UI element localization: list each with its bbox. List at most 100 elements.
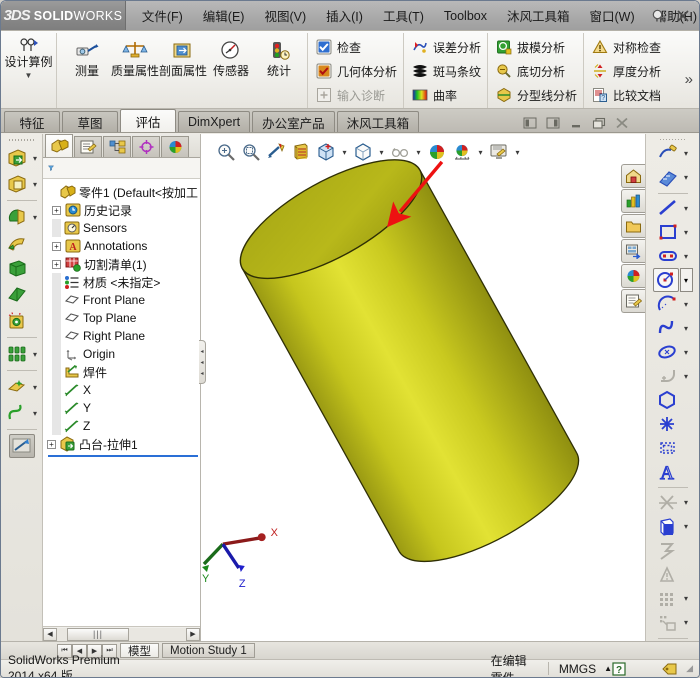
symmetry-check-button[interactable]: 对称检查 — [592, 36, 661, 58]
revolved-boss-base-button[interactable]: ▾ — [1, 204, 42, 230]
tree-item-origin[interactable]: Origin — [46, 345, 200, 363]
features-toolbar-grip[interactable] — [9, 137, 35, 143]
offset-entities-button[interactable] — [646, 436, 699, 460]
feature-tree-filter[interactable] — [43, 158, 200, 179]
minimize-icon[interactable] — [569, 117, 583, 129]
extruded-cut-button[interactable]: ▾ — [1, 171, 42, 197]
design-library-tab[interactable] — [621, 189, 645, 213]
thickness-analysis-button[interactable]: 厚度分析 — [592, 60, 661, 82]
close-document-icon[interactable] — [615, 117, 629, 129]
tree-item-axis-z[interactable]: Z — [46, 417, 200, 435]
circle-button[interactable]: ▾ — [646, 268, 699, 292]
boundary-boss-base-button[interactable] — [1, 282, 42, 308]
mirror-entities-button[interactable] — [646, 539, 699, 563]
tab-evaluate[interactable]: 评估 — [120, 109, 176, 132]
undercut-analysis-button[interactable]: 底切分析 — [496, 60, 577, 82]
hscroll-right-arrow[interactable]: ▶ — [186, 628, 200, 641]
sketch-button[interactable]: ▾ — [646, 142, 699, 166]
extruded-boss-base-button[interactable]: ▾ — [1, 145, 42, 171]
point-button[interactable] — [646, 412, 699, 436]
rectangle-button[interactable]: ▾ — [646, 220, 699, 244]
feature-tree-hscrollbar[interactable]: ◀ ||| ▶ — [43, 626, 200, 641]
tab-features[interactable]: 特征 — [4, 111, 60, 132]
display-delete-relations-button[interactable] — [646, 563, 699, 587]
menu-tools[interactable]: 工具(T) — [381, 3, 426, 28]
hscroll-thumb[interactable]: ||| — [67, 628, 129, 641]
configuration-manager-tab[interactable] — [103, 136, 131, 157]
compare-documents-button[interactable]: ? 比较文档 — [592, 84, 661, 106]
display-manager-tab[interactable] — [161, 136, 189, 157]
status-units-caret[interactable]: ▲ — [604, 664, 612, 673]
sketch-fillet-button[interactable]: ▾ — [646, 364, 699, 388]
panel-resize-handle[interactable]: ◂◂◂ — [199, 340, 206, 384]
curves-button[interactable]: ▾ — [1, 400, 42, 426]
file-explorer-tab[interactable] — [621, 214, 645, 238]
convert-entities-button[interactable]: ▾ — [646, 515, 699, 539]
tab-mufeng-toolbox[interactable]: 沐风工具箱 — [337, 111, 420, 132]
spline-button[interactable]: ▾ — [646, 316, 699, 340]
dimxpert-manager-tab[interactable] — [132, 136, 160, 157]
custom-properties-tab[interactable] — [621, 289, 645, 313]
reference-geometry-button[interactable]: ▾ — [1, 374, 42, 400]
move-entities-button[interactable]: ▾ — [646, 611, 699, 635]
revolved-boss-caret[interactable]: ▾ — [31, 213, 39, 222]
arc-button[interactable]: ▾ — [646, 292, 699, 316]
menu-mufeng-toolbox[interactable]: 沐风工具箱 — [505, 3, 572, 28]
zebra-stripes-button[interactable]: 斑马条纹 — [412, 60, 481, 82]
tree-item-cut-list[interactable]: + 切割清单(1) — [46, 255, 200, 273]
property-manager-tab[interactable] — [74, 136, 102, 157]
menu-view[interactable]: 视图(V) — [262, 3, 308, 28]
line-button[interactable]: ▾ — [646, 196, 699, 220]
resize-grip[interactable]: ◢ — [686, 663, 693, 674]
instant3d-button[interactable] — [1, 433, 42, 459]
tree-item-material[interactable]: 材质 <未指定> — [46, 273, 200, 291]
graphics-viewport[interactable]: ▾ ▾ ▾ — [201, 134, 645, 641]
tree-item-history[interactable]: + 历史记录 — [46, 201, 200, 219]
solidworks-resources-tab[interactable] — [621, 164, 645, 188]
tree-item-right-plane[interactable]: Right Plane — [46, 327, 200, 345]
tree-expander-history[interactable]: + — [52, 206, 61, 215]
lofted-boss-base-button[interactable] — [1, 256, 42, 282]
extruded-boss-caret[interactable]: ▾ — [31, 154, 39, 163]
statistics-button[interactable]: 统计 — [255, 36, 303, 78]
hscroll-track[interactable]: ||| — [57, 628, 186, 641]
curvature-button[interactable]: 曲率 — [412, 84, 481, 106]
tree-item-weldment[interactable]: 焊件 — [46, 363, 200, 381]
smart-dimension-button[interactable]: ▾ — [646, 166, 699, 190]
geometry-analysis-button[interactable]: 几何体分析 — [316, 60, 397, 82]
tree-expander-cut-list[interactable]: + — [52, 260, 61, 269]
tree-item-part[interactable]: 零件1 (Default<按加工 — [46, 183, 200, 201]
tree-item-axis-x[interactable]: X — [46, 381, 200, 399]
tree-expander-annotations[interactable]: + — [52, 242, 61, 251]
mass-properties-button[interactable]: 质量属性 — [111, 36, 159, 78]
bottom-tab-motion-study[interactable]: Motion Study 1 — [162, 643, 255, 658]
feature-tree-filter-input[interactable] — [58, 160, 200, 176]
menu-file[interactable]: 文件(F) — [140, 3, 185, 28]
trim-entities-button[interactable]: ▾ — [646, 491, 699, 515]
tree-item-annotations[interactable]: + A Annotations — [46, 237, 200, 255]
dock-right-icon[interactable] — [546, 117, 560, 129]
status-units-label[interactable]: MMGS — [559, 662, 596, 676]
extruded-cut-caret[interactable]: ▾ — [31, 180, 39, 189]
design-study-button[interactable]: 设计算例 ▼ — [1, 33, 57, 108]
section-properties-button[interactable]: 剖面属性 — [159, 36, 207, 78]
polygon-button[interactable] — [646, 388, 699, 412]
design-study-caret[interactable]: ▼ — [25, 71, 33, 80]
curves-caret[interactable]: ▾ — [31, 409, 39, 418]
sketch-toolbar-grip[interactable] — [660, 137, 686, 140]
hscroll-left-arrow[interactable]: ◀ — [43, 628, 57, 641]
tree-item-extrude1[interactable]: + 凸台-拉伸1 — [46, 435, 200, 453]
draft-analysis-button[interactable]: 拔模分析 — [496, 36, 577, 58]
menu-insert[interactable]: 插入(I) — [324, 3, 365, 28]
linear-pattern-button[interactable]: ▾ — [1, 341, 42, 367]
menu-toolbox[interactable]: Toolbox — [442, 6, 489, 26]
text-button[interactable]: A — [646, 460, 699, 484]
rollback-bar[interactable] — [48, 455, 198, 457]
sensor-button[interactable]: 传感器 — [207, 36, 255, 78]
close-icon[interactable] — [675, 8, 691, 24]
parting-line-analysis-button[interactable]: 分型线分析 — [496, 84, 577, 106]
model-scene[interactable]: X Y Z — [201, 134, 645, 641]
view-palette-tab[interactable] — [621, 239, 645, 263]
deviation-analysis-button[interactable]: 误差分析 — [412, 36, 481, 58]
tab-sketch[interactable]: 草图 — [62, 111, 118, 132]
